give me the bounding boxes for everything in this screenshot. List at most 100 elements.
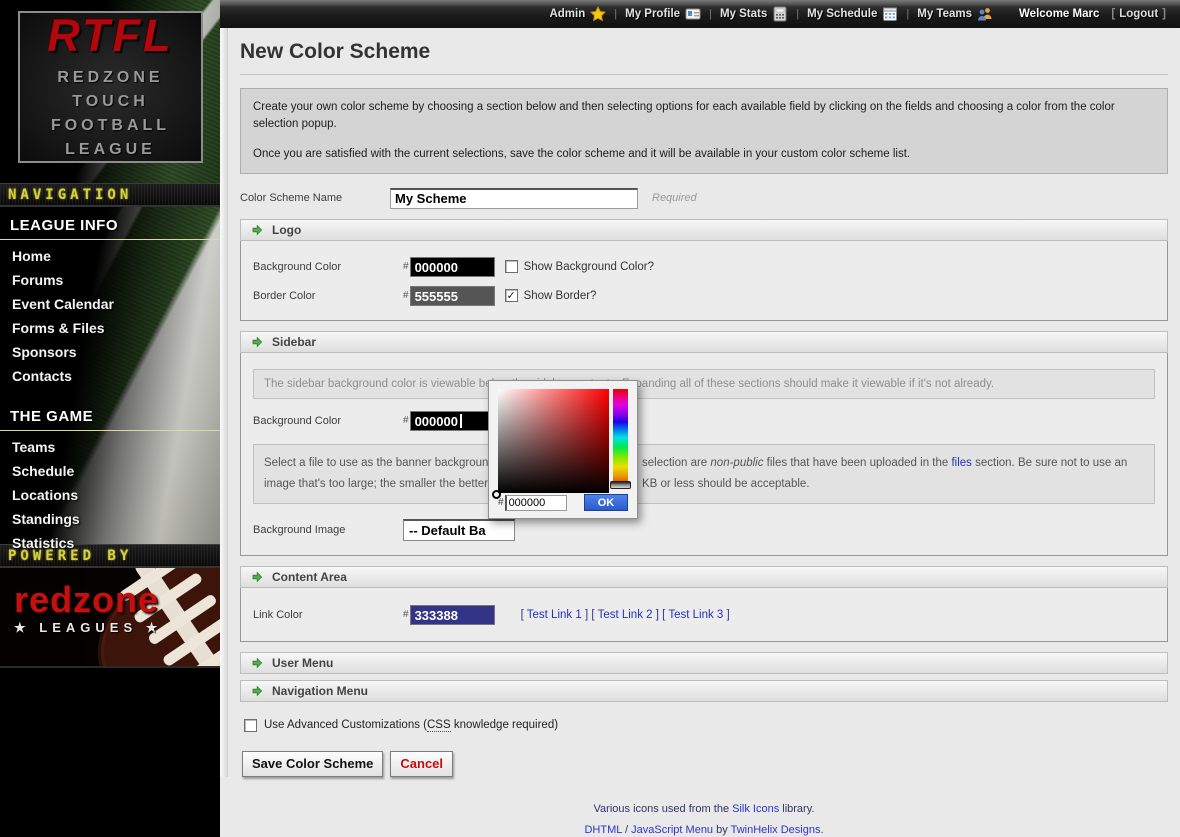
note-seg: selection are — [642, 457, 710, 469]
background-image-select[interactable]: -- Default Ba — [403, 519, 515, 541]
hue-strip[interactable] — [613, 389, 628, 486]
color-scheme-name-label: Color Scheme Name — [240, 192, 390, 204]
footer-line-2: DHTML / JavaScript Menu by TwinHelix Des… — [240, 824, 1168, 836]
section-header-content-area[interactable]: Content Area — [240, 566, 1168, 588]
ok-button[interactable]: OK — [584, 494, 628, 511]
topbar-admin[interactable]: Admin — [549, 6, 606, 22]
topbar-my-teams[interactable]: My Teams — [917, 6, 993, 22]
banner-file-note-line1: Select a file to use as the banner backg… — [264, 453, 1144, 474]
league-logo-word: REDZONE — [57, 66, 163, 90]
topbar-my-profile[interactable]: My Profile — [625, 6, 701, 22]
hue-slider-handle[interactable] — [610, 481, 631, 489]
league-logo-abbr: RTFL — [47, 13, 173, 58]
test-link-2[interactable]: Test Link 2 — [598, 609, 653, 621]
link-color-swatch[interactable]: 333388 — [410, 605, 495, 625]
logo-bg-color-swatch[interactable]: 000000 — [410, 257, 495, 277]
color-scheme-name-input[interactable] — [390, 188, 638, 209]
save-color-scheme-button[interactable]: Save Color Scheme — [242, 751, 383, 777]
show-border-checkbox[interactable]: ✓ — [505, 289, 518, 302]
expand-arrow-icon — [251, 571, 263, 583]
brand-sub: ★ LEAGUES ★ — [14, 620, 162, 636]
star-icon — [590, 6, 606, 22]
sidebar-item-event-calendar[interactable]: Event Calendar — [0, 292, 220, 316]
logo-border-color-swatch[interactable]: 555555 — [410, 286, 495, 306]
sidebar-bg-color-swatch[interactable]: 000000 — [410, 411, 498, 431]
advanced-customizations-checkbox[interactable] — [244, 719, 257, 732]
show-background-color-label: Show Background Color? — [524, 261, 654, 273]
show-background-color-checkbox[interactable] — [505, 260, 518, 273]
javascript-menu-link[interactable]: JavaScript Menu — [631, 824, 713, 836]
expand-arrow-icon — [251, 657, 263, 669]
calculator-icon — [772, 6, 788, 22]
saturation-value-gradient[interactable] — [498, 389, 609, 493]
bracket: [ — [591, 609, 594, 621]
test-link-3[interactable]: Test Link 3 — [668, 609, 723, 621]
nav-group-league-info: LEAGUE INFO — [0, 209, 220, 240]
sidebar-navigation: LEAGUE INFO Home Forums Event Calendar F… — [0, 207, 220, 544]
note-seg: files that have been uploaded in the — [763, 457, 951, 469]
sidebar-item-statistics[interactable]: Statistics — [0, 531, 220, 555]
content-edge-strip — [220, 28, 228, 777]
sidebar-item-schedule[interactable]: Schedule — [0, 459, 220, 483]
my-profile-label: My Profile — [625, 8, 680, 20]
adv-label-pre: Use Advanced Customizations ( — [264, 719, 427, 731]
league-logo-word: FOOTBALL — [51, 114, 170, 138]
test-link-1[interactable]: Test Link 1 — [527, 609, 582, 621]
my-stats-label: My Stats — [720, 8, 767, 20]
section-header-user-menu[interactable]: User Menu — [240, 652, 1168, 674]
sidebar-item-locations[interactable]: Locations — [0, 483, 220, 507]
calendar-icon — [882, 6, 898, 22]
dhtml-link[interactable]: DHTML — [584, 824, 621, 836]
section-label-navigation-menu: Navigation Menu — [272, 684, 368, 698]
sidebar-item-standings[interactable]: Standings — [0, 507, 220, 531]
bracket: [ — [662, 609, 665, 621]
section-header-navigation-menu[interactable]: Navigation Menu — [240, 680, 1168, 702]
hash-prefix: # — [403, 290, 409, 301]
page-title: New Color Scheme — [240, 36, 1168, 75]
files-link[interactable]: files — [951, 457, 971, 469]
logo-border-color-swatch-wrap: # 555555 — [403, 286, 495, 306]
logo-bg-color-swatch-wrap: # 000000 — [403, 257, 495, 277]
nav-group-the-game: THE GAME — [0, 400, 220, 431]
banner-file-note: Select a file to use as the banner backg… — [253, 444, 1155, 504]
note-seg: image that's too large; the smaller the … — [264, 478, 488, 490]
intro-paragraph-1: Create your own color scheme by choosing… — [253, 99, 1155, 134]
expand-arrow-icon — [251, 224, 263, 236]
section-label-content-area: Content Area — [272, 570, 347, 584]
logout-link[interactable]: Logout — [1119, 8, 1158, 20]
css-abbr: CSS — [427, 719, 451, 732]
hash-prefix: # — [403, 261, 409, 272]
required-note: Required — [652, 192, 697, 204]
sidebar-item-forms-files[interactable]: Forms & Files — [0, 316, 220, 340]
sidebar-item-contacts[interactable]: Contacts — [0, 364, 220, 388]
twinhelix-designs-link[interactable]: TwinHelix Designs — [731, 824, 821, 836]
intro-paragraph-2: Once you are satisfied with the current … — [253, 146, 1155, 163]
test-links: [ Test Link 1 ] [ Test Link 2 ] [ Test L… — [521, 609, 730, 621]
hash-prefix: # — [498, 497, 504, 508]
topbar-my-schedule[interactable]: My Schedule — [807, 6, 898, 22]
sidebar-item-teams[interactable]: Teams — [0, 435, 220, 459]
logo-border-color-label: Border Color — [253, 290, 403, 302]
hex-value-input[interactable] — [505, 495, 567, 511]
section-header-logo[interactable]: Logo — [240, 219, 1168, 241]
footer-text: / — [622, 824, 631, 836]
expand-arrow-icon — [251, 336, 263, 348]
note-seg: section. Be sure not to use an — [972, 457, 1127, 469]
sidebar-item-home[interactable]: Home — [0, 244, 220, 268]
sidebar-field-photo: RTFL REDZONE TOUCH FOOTBALL LEAGUE — [0, 0, 220, 183]
section-label-logo: Logo — [272, 223, 301, 237]
sidebar-item-forums[interactable]: Forums — [0, 268, 220, 292]
sidebar-item-sponsors[interactable]: Sponsors — [0, 340, 220, 364]
footer-text: . — [820, 824, 823, 836]
background-image-row: Background Image -- Default Ba — [241, 519, 1167, 541]
non-public-emphasis: non-public — [710, 457, 763, 469]
sidebar: RTFL REDZONE TOUCH FOOTBALL LEAGUE NAVIG… — [0, 0, 220, 777]
bracket: ] — [656, 609, 659, 621]
silk-icons-link[interactable]: Silk Icons — [732, 803, 779, 815]
cancel-button[interactable]: Cancel — [390, 751, 453, 777]
topbar-my-stats[interactable]: My Stats — [720, 6, 788, 22]
logout-wrap: [ Logout ] — [1111, 8, 1166, 20]
section-header-sidebar[interactable]: Sidebar — [240, 331, 1168, 353]
section-body-sidebar: The sidebar background color is viewable… — [240, 353, 1168, 556]
color-scheme-name-row: Color Scheme Name Required — [240, 188, 1168, 209]
